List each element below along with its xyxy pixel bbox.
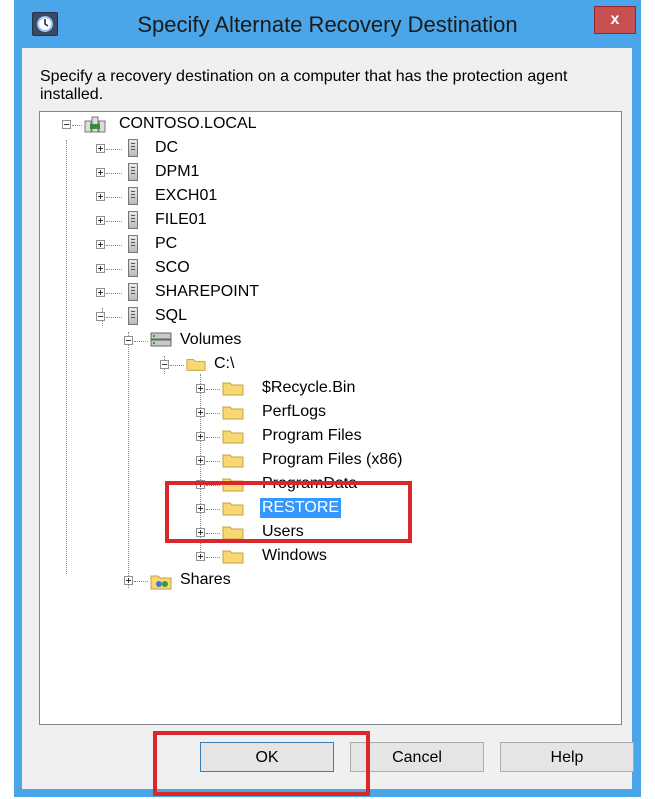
instruction-text: Specify a recovery destination on a comp… — [40, 68, 568, 103]
tree-node-label: PerfLogs — [262, 403, 327, 420]
collapse-toggle[interactable] — [160, 360, 169, 369]
tree-node-label: EXCH01 — [155, 187, 218, 204]
drive-icon — [150, 332, 172, 353]
expand-toggle[interactable] — [96, 216, 105, 225]
folder-icon — [222, 548, 244, 569]
ok-highlight-annotation — [153, 731, 370, 796]
server-icon — [128, 259, 138, 277]
help-button[interactable]: Help — [500, 742, 634, 772]
tree-node-label: SCO — [155, 259, 190, 276]
folder-icon — [222, 380, 244, 401]
domain-icon — [84, 115, 106, 138]
tree-node-label: SQL — [155, 307, 188, 324]
folder-icon — [222, 404, 244, 425]
server-icon — [128, 283, 138, 301]
expand-toggle[interactable] — [196, 456, 205, 465]
tree-node-label: SHAREPOINT — [155, 283, 260, 300]
tree-node-label: DC — [155, 139, 179, 156]
expand-toggle[interactable] — [96, 288, 105, 297]
expand-toggle[interactable] — [124, 576, 133, 585]
expand-toggle[interactable] — [96, 168, 105, 177]
folder-icon — [222, 452, 244, 473]
expand-toggle[interactable] — [196, 552, 205, 561]
tree-node-label: Volumes — [180, 331, 242, 348]
destination-tree[interactable]: CONTOSO.LOCAL DC DPM1 EXCH01 FILE01 PC S… — [39, 111, 622, 725]
close-button[interactable]: x — [594, 6, 636, 34]
restore-highlight-annotation — [165, 481, 412, 543]
tree-node-label: Program Files — [262, 427, 362, 444]
title-bar[interactable]: Specify Alternate Recovery Destination x — [14, 0, 641, 48]
tree-node-label: Program Files (x86) — [262, 451, 403, 468]
folder-icon — [186, 356, 206, 377]
cancel-button[interactable]: Cancel — [350, 742, 484, 772]
folder-icon — [222, 428, 244, 449]
tree-node-label: DPM1 — [155, 163, 200, 180]
tree-node-label: Windows — [262, 547, 327, 564]
expand-toggle[interactable] — [196, 384, 205, 393]
server-icon — [128, 307, 138, 325]
tree-node-label: PC — [155, 235, 178, 252]
shares-icon — [150, 572, 172, 595]
tree-node-label: C:\ — [214, 355, 235, 372]
expand-toggle[interactable] — [96, 240, 105, 249]
server-icon — [128, 187, 138, 205]
dialog-window: Specify Alternate Recovery Destination x… — [14, 0, 641, 797]
tree-node-label: $Recycle.Bin — [262, 379, 356, 396]
collapse-toggle[interactable] — [62, 120, 71, 129]
server-icon — [128, 211, 138, 229]
expand-toggle[interactable] — [196, 408, 205, 417]
server-icon — [128, 139, 138, 157]
expand-toggle[interactable] — [96, 144, 105, 153]
window-title: Specify Alternate Recovery Destination — [137, 12, 518, 37]
tree-node-label: Shares — [180, 571, 231, 588]
collapse-toggle[interactable] — [124, 336, 133, 345]
server-icon — [128, 235, 138, 253]
expand-toggle[interactable] — [96, 264, 105, 273]
collapse-toggle[interactable] — [96, 312, 105, 321]
expand-toggle[interactable] — [96, 192, 105, 201]
dialog-body: Specify a recovery destination on a comp… — [22, 48, 634, 789]
expand-toggle[interactable] — [196, 432, 205, 441]
tree-node-label: CONTOSO.LOCAL — [119, 115, 257, 132]
server-icon — [128, 163, 138, 181]
tree-node-label: FILE01 — [155, 211, 207, 228]
